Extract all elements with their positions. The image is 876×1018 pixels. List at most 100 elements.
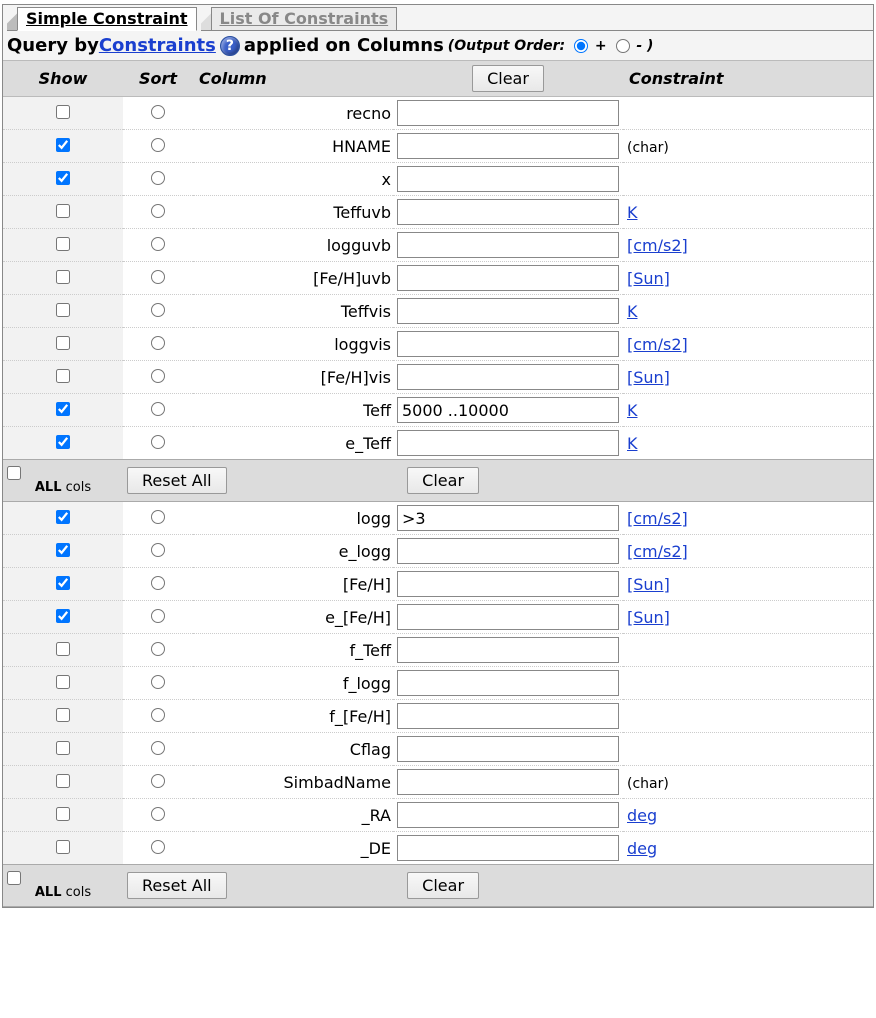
tab-list-of-constraints[interactable]: List Of Constraints <box>211 7 398 31</box>
all-cols-checkbox-2[interactable] <box>7 871 21 885</box>
reset-all-button-2[interactable]: Reset All <box>127 872 227 899</box>
constraint-input[interactable] <box>397 802 619 828</box>
show-checkbox[interactable] <box>56 741 70 755</box>
constraint-input[interactable] <box>397 637 619 663</box>
unit-link[interactable]: [cm/s2] <box>627 509 688 528</box>
help-icon[interactable]: ? <box>220 36 240 56</box>
constraint-input[interactable] <box>397 364 619 390</box>
show-checkbox[interactable] <box>56 510 70 524</box>
sort-radio[interactable] <box>151 675 165 689</box>
show-checkbox[interactable] <box>56 369 70 383</box>
show-checkbox[interactable] <box>56 105 70 119</box>
unit-link[interactable]: [cm/s2] <box>627 542 688 561</box>
constraint-input[interactable] <box>397 265 619 291</box>
column-name: f_logg <box>193 667 393 700</box>
sort-radio[interactable] <box>151 741 165 755</box>
unit-link[interactable]: [cm/s2] <box>627 335 688 354</box>
show-checkbox[interactable] <box>56 675 70 689</box>
constraint-input[interactable] <box>397 703 619 729</box>
constraints-link[interactable]: Constraints <box>99 35 216 56</box>
sort-radio[interactable] <box>151 402 165 416</box>
show-checkbox[interactable] <box>56 642 70 656</box>
header-clear-button[interactable]: Clear <box>472 65 544 92</box>
unit-link[interactable]: [Sun] <box>627 575 670 594</box>
constraint-input[interactable] <box>397 166 619 192</box>
sort-radio[interactable] <box>151 576 165 590</box>
sort-radio[interactable] <box>151 369 165 383</box>
unit-link[interactable]: [cm/s2] <box>627 236 688 255</box>
sort-radio[interactable] <box>151 609 165 623</box>
reset-all-button-1[interactable]: Reset All <box>127 467 227 494</box>
output-order-label: (Output Order: <box>448 38 570 54</box>
constraint-input[interactable] <box>397 100 619 126</box>
unit-link[interactable]: deg <box>627 806 657 825</box>
sort-radio[interactable] <box>151 708 165 722</box>
sort-radio[interactable] <box>151 270 165 284</box>
unit-link[interactable]: K <box>627 203 638 222</box>
sort-radio[interactable] <box>151 237 165 251</box>
unit-link[interactable]: [Sun] <box>627 269 670 288</box>
sort-radio[interactable] <box>151 543 165 557</box>
show-checkbox[interactable] <box>56 435 70 449</box>
unit-link[interactable]: K <box>627 434 638 453</box>
sort-radio[interactable] <box>151 105 165 119</box>
unit-link[interactable]: K <box>627 401 638 420</box>
order-minus-radio[interactable] <box>616 39 630 53</box>
all-cols-checkbox-1[interactable] <box>7 466 21 480</box>
show-checkbox[interactable] <box>56 171 70 185</box>
constraint-input[interactable] <box>397 430 619 456</box>
show-checkbox[interactable] <box>56 270 70 284</box>
constraint-input[interactable] <box>397 331 619 357</box>
sort-radio[interactable] <box>151 840 165 854</box>
show-checkbox[interactable] <box>56 543 70 557</box>
constraint-input[interactable] <box>397 232 619 258</box>
show-checkbox[interactable] <box>56 840 70 854</box>
sort-radio[interactable] <box>151 807 165 821</box>
show-checkbox[interactable] <box>56 576 70 590</box>
show-checkbox[interactable] <box>56 204 70 218</box>
sort-radio[interactable] <box>151 774 165 788</box>
show-checkbox[interactable] <box>56 138 70 152</box>
constraint-input[interactable] <box>397 133 619 159</box>
table-row: TeffvisK <box>3 295 873 328</box>
unit-link[interactable]: K <box>627 302 638 321</box>
show-checkbox[interactable] <box>56 237 70 251</box>
sort-radio[interactable] <box>151 510 165 524</box>
sort-radio[interactable] <box>151 336 165 350</box>
show-checkbox[interactable] <box>56 807 70 821</box>
table-row: logg[cm/s2] <box>3 502 873 535</box>
constraint-input[interactable] <box>397 538 619 564</box>
tab-simple-constraint[interactable]: Simple Constraint <box>17 7 197 31</box>
clear-button-2[interactable]: Clear <box>407 872 479 899</box>
constraint-input[interactable] <box>397 670 619 696</box>
sort-radio[interactable] <box>151 435 165 449</box>
constraint-input[interactable] <box>397 397 619 423</box>
clear-button-1[interactable]: Clear <box>407 467 479 494</box>
show-checkbox[interactable] <box>56 774 70 788</box>
table-row: [Fe/H][Sun] <box>3 568 873 601</box>
constraint-input[interactable] <box>397 736 619 762</box>
header-show: Show <box>3 61 123 97</box>
constraint-input[interactable] <box>397 769 619 795</box>
constraint-input[interactable] <box>397 604 619 630</box>
constraint-input[interactable] <box>397 505 619 531</box>
sort-radio[interactable] <box>151 642 165 656</box>
sort-radio[interactable] <box>151 204 165 218</box>
unit-link[interactable]: [Sun] <box>627 368 670 387</box>
show-checkbox[interactable] <box>56 402 70 416</box>
table-row: loggvis[cm/s2] <box>3 328 873 361</box>
sort-radio[interactable] <box>151 303 165 317</box>
constraint-input[interactable] <box>397 835 619 861</box>
show-checkbox[interactable] <box>56 336 70 350</box>
constraint-input[interactable] <box>397 571 619 597</box>
unit-link[interactable]: [Sun] <box>627 608 670 627</box>
show-checkbox[interactable] <box>56 303 70 317</box>
order-plus-radio[interactable] <box>574 39 588 53</box>
sort-radio[interactable] <box>151 138 165 152</box>
unit-link[interactable]: deg <box>627 839 657 858</box>
constraint-input[interactable] <box>397 199 619 225</box>
constraint-input[interactable] <box>397 298 619 324</box>
show-checkbox[interactable] <box>56 609 70 623</box>
show-checkbox[interactable] <box>56 708 70 722</box>
sort-radio[interactable] <box>151 171 165 185</box>
